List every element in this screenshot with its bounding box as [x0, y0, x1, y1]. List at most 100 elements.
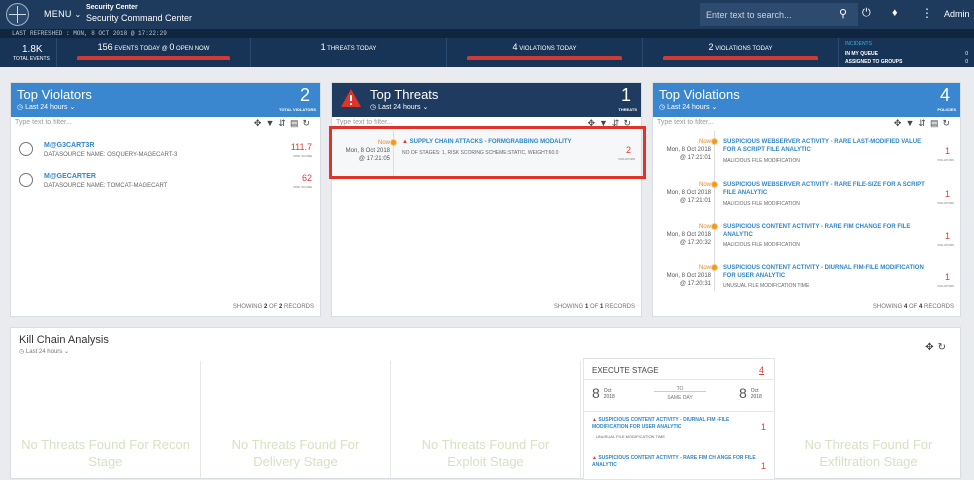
- footer-count: 1: [584, 304, 589, 310]
- move-icon[interactable]: ✥: [894, 118, 906, 128]
- assigned-label: ASSIGNED TO GROUPS: [845, 59, 903, 65]
- violations-range[interactable]: ◷ Last 24 hours ⌄: [659, 103, 717, 111]
- threats-range-label: Last 24 hours: [378, 104, 421, 111]
- recon-stage[interactable]: No Threats Found For Recon Stage: [11, 361, 201, 480]
- violator-score: 111.7: [290, 142, 312, 152]
- menu-button[interactable]: MENU ⌄: [44, 9, 82, 19]
- threats-range[interactable]: ◷ Last 24 hours ⌄: [370, 103, 428, 111]
- violation-title[interactable]: SUSPICIOUS WEBSERVER ACTIVITY - RARE FIL…: [723, 181, 933, 197]
- from-day: 8: [592, 385, 600, 401]
- move-icon[interactable]: ✥: [925, 342, 937, 353]
- filter-icon[interactable]: ▼: [905, 118, 918, 128]
- violation-row[interactable]: Now Mon, 8 Oct 2018 @ 17:21:01 SUSPICIOUS …: [653, 135, 960, 175]
- violation-count-label: VIOLATORS: [937, 243, 954, 247]
- refresh-icon[interactable]: ↻: [942, 118, 954, 128]
- violation-time: Now Mon, 8 Oct 2018 @ 17:21:01: [657, 181, 711, 205]
- incidents-queue-row[interactable]: IN MY QUEUE 0: [845, 51, 970, 57]
- footer-of: OF: [268, 304, 278, 310]
- timeline-dot: [711, 181, 718, 188]
- violations-today-2-cell[interactable]: 2 VIOLATIONS TODAY -25min-20min-15min-10…: [642, 38, 838, 67]
- violation-count: 1: [944, 146, 950, 156]
- execute-stage[interactable]: EXECUTE STAGE 4 8 Oct 2018 TO SAME DAY 8 O…: [583, 358, 775, 480]
- search-icon[interactable]: ⚲: [839, 7, 847, 20]
- refresh-icon[interactable]: ↻: [938, 342, 950, 353]
- threats-total: 1: [620, 85, 631, 105]
- violation-row[interactable]: Now Mon, 8 Oct 2018 @ 17:20:32 SUSPICIOUS …: [653, 220, 960, 260]
- violator-name[interactable]: M@G3CART3R: [44, 142, 94, 149]
- app-subtitle: Security Command Center: [86, 13, 193, 23]
- violation-row[interactable]: Now Mon, 8 Oct 2018 @ 17:20:31 SUSPICIOUS …: [653, 261, 960, 301]
- execute-stage-count[interactable]: 4: [759, 365, 764, 375]
- violation-title[interactable]: SUSPICIOUS CONTENT ACTIVITY - RARE FIM C…: [723, 223, 933, 239]
- violation-desc: UNUSUAL FILE MODIFICATION TIME: [723, 283, 810, 289]
- sort-icon[interactable]: ⇵: [278, 118, 290, 128]
- top-threats-panel: Top Threats ◷ Last 24 hours ⌄ 1 THREATS …: [331, 82, 642, 317]
- violations-footer: SHOWING 4 OF 4 RECORDS: [873, 304, 954, 310]
- avatar: [19, 173, 33, 187]
- violation-title[interactable]: SUSPICIOUS CONTENT ACTIVITY - DIURNAL FI…: [723, 264, 933, 280]
- threats-today-cell[interactable]: 1 THREATS TODAY -25min-20min-15min-10min…: [250, 38, 446, 67]
- more-vertical-icon[interactable]: ⋮: [921, 6, 933, 20]
- violation-clock: @ 17:20:32: [679, 240, 711, 246]
- incidents-cell[interactable]: INCIDENTS IN MY QUEUE 0 ASSIGNED TO GROUP…: [838, 38, 974, 67]
- kill-chain-range[interactable]: ◷ Last 24 hours ⌄: [19, 348, 69, 355]
- exploit-stage[interactable]: No Threats Found For Exploit Stage: [391, 361, 581, 480]
- refresh-icon[interactable]: ↻: [302, 118, 314, 128]
- chart-icon[interactable]: ▤: [930, 118, 943, 128]
- violations-2-sparkline: [663, 56, 818, 60]
- threats-title: Top Threats: [370, 87, 439, 102]
- threats-total-label: THREATS: [618, 107, 637, 112]
- execute-item-count: 1: [760, 422, 766, 432]
- execute-item-count: 1: [760, 461, 766, 471]
- exfiltration-stage[interactable]: No Threats Found For Exfiltration Stage: [775, 361, 962, 480]
- app-logo-icon[interactable]: [6, 3, 29, 26]
- events-today-cell[interactable]: 156 EVENTS TODAY @ 0 OPEN NOW -25min-20m…: [56, 38, 250, 67]
- move-icon[interactable]: ✥: [254, 118, 266, 128]
- shield-icon[interactable]: ⏻: [862, 7, 871, 20]
- violation-now: Now: [698, 224, 711, 230]
- footer-of: OF: [589, 304, 599, 310]
- violation-now: Now: [698, 139, 711, 145]
- execute-item-title[interactable]: ▲ SUSPICIOUS CONTENT ACTIVITY - DIURNAL …: [592, 417, 762, 431]
- violations-today-cell[interactable]: 4 VIOLATIONS TODAY -25min-20min-15min-10…: [446, 38, 642, 67]
- footer-suffix: RECORDS: [283, 304, 314, 310]
- to-year: 2018: [750, 394, 762, 401]
- incidents-title: INCIDENTS: [845, 41, 872, 47]
- sort-icon[interactable]: ⇵: [918, 118, 930, 128]
- exfiltration-stage-empty: No Threats Found For Exfiltration Stage: [804, 437, 933, 469]
- bell-icon[interactable]: ♦: [892, 7, 898, 19]
- footer-prefix: SHOWING: [232, 304, 263, 310]
- violations-filter-input[interactable]: [657, 119, 877, 126]
- total-events-cell[interactable]: 1.8K TOTAL EVENTS: [0, 38, 56, 67]
- violators-filter-input[interactable]: [15, 119, 235, 126]
- total-events-label: TOTAL EVENTS: [13, 56, 50, 62]
- violator-name[interactable]: M@GECARTER: [44, 173, 96, 180]
- warning-icon: [341, 89, 361, 107]
- violation-clock: @ 17:21:01: [679, 198, 711, 204]
- delivery-stage[interactable]: No Threats Found For Delivery Stage: [201, 361, 391, 480]
- recon-stage-empty: No Threats Found For Recon Stage: [21, 437, 190, 469]
- violation-title[interactable]: SUSPICIOUS WEBSERVER ACTIVITY - RARE LAS…: [723, 138, 933, 154]
- search-input[interactable]: [700, 3, 858, 26]
- chart-icon[interactable]: ▤: [290, 118, 303, 128]
- warning-icon: ▲: [592, 455, 597, 461]
- violations-today-value: 4: [512, 42, 518, 52]
- violation-row[interactable]: Now Mon, 8 Oct 2018 @ 17:21:01 SUSPICIOUS …: [653, 178, 960, 218]
- violators-range[interactable]: ◷ Last 24 hours ⌄: [17, 103, 75, 111]
- threat-highlight-box: [329, 126, 646, 179]
- threats-filter-input[interactable]: [336, 119, 556, 126]
- user-menu[interactable]: Admin ⌄: [944, 9, 974, 20]
- queue-label: IN MY QUEUE: [845, 51, 878, 57]
- incidents-assigned-row[interactable]: ASSIGNED TO GROUPS 0: [845, 59, 970, 65]
- violations-today-label: VIOLATIONS TODAY: [519, 46, 577, 52]
- footer-count: 4: [903, 304, 908, 310]
- execute-item-title[interactable]: ▲ SUSPICIOUS CONTENT ACTIVITY - RARE FIM…: [592, 455, 762, 469]
- violations-today-2-caption: 2 VIOLATIONS TODAY: [643, 42, 838, 52]
- violation-now: Now: [698, 265, 711, 271]
- filter-icon[interactable]: ▼: [265, 118, 278, 128]
- violators-total: 2: [299, 85, 310, 105]
- kill-chain-panel: Kill Chain Analysis ◷ Last 24 hours ⌄ ✥↻…: [10, 327, 962, 480]
- violator-datasource: DATASOURCE NAME: TOMCAT-MAGECART: [44, 183, 168, 189]
- violator-row[interactable]: M@GECARTER DATASOURCE NAME: TOMCAT-MAGEC…: [11, 170, 320, 206]
- violation-clock: @ 17:20:31: [679, 281, 711, 287]
